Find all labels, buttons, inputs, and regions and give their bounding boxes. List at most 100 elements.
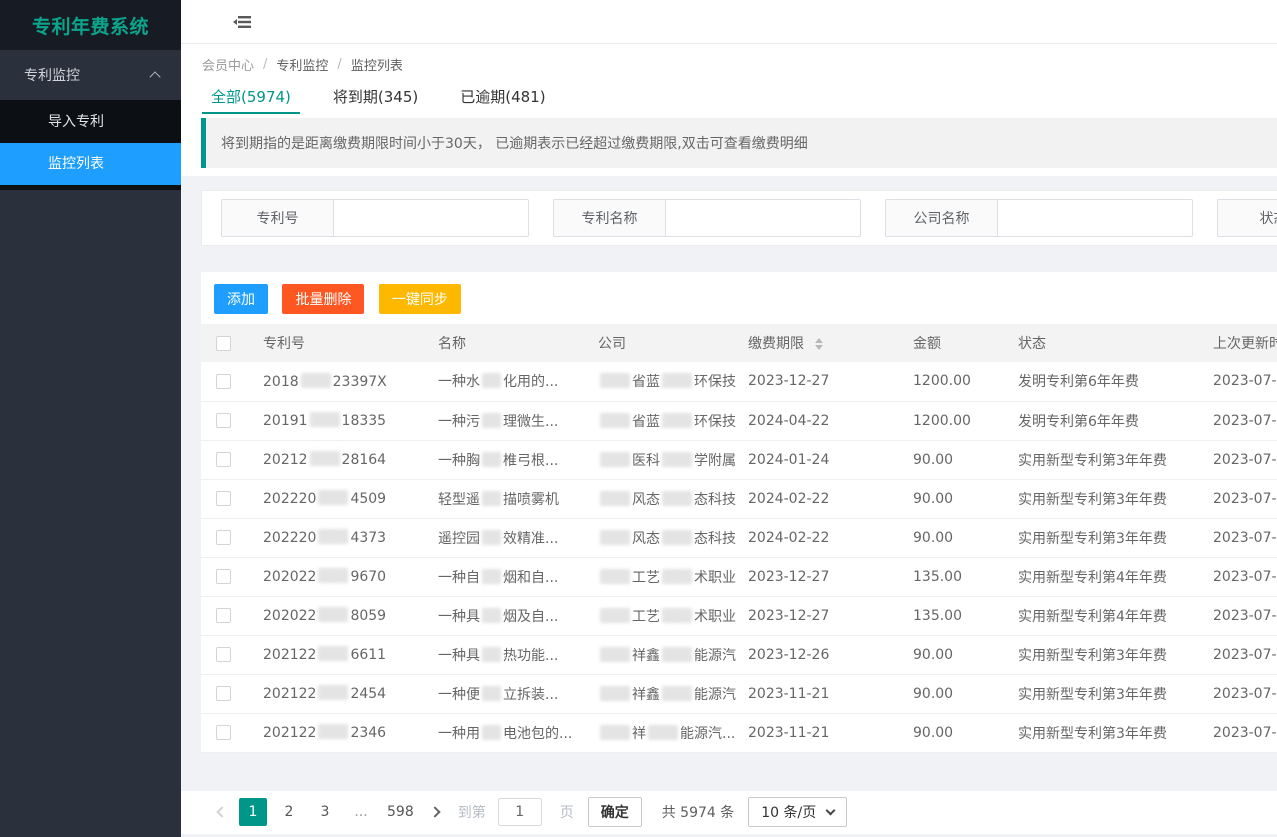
tab-all[interactable]: 全部(5974) <box>202 84 300 114</box>
table-row[interactable]: 201823397X 一种水化用的... 省蓝环保技... 2023-12-27… <box>201 362 1277 401</box>
sync-button[interactable]: 一键同步 <box>379 284 461 314</box>
page-number[interactable]: 2 <box>275 798 303 826</box>
company-cell: 祥鑫能源汽... <box>586 635 736 674</box>
patent-no-cell: 2021228164 <box>251 440 426 479</box>
filter-group-patent-name: 专利名称 <box>553 199 861 237</box>
table-row[interactable]: 2020229670 一种自烟和自... 工艺术职业... 2023-12-27… <box>201 557 1277 596</box>
redacted-text <box>482 725 501 740</box>
redacted-text <box>662 647 692 662</box>
filter-group-status: 状态 <box>1217 199 1277 237</box>
table-row[interactable]: 2022204373 遥控园效精准... 风态态科技... 2024-02-22… <box>201 518 1277 557</box>
row-checkbox[interactable] <box>216 491 231 506</box>
amount-cell: 90.00 <box>901 713 1006 752</box>
amount-cell: 90.00 <box>901 440 1006 479</box>
chevron-left-icon <box>216 806 227 817</box>
redacted-text <box>600 686 630 701</box>
status-cell: 实用新型专利第3年年费 <box>1006 518 1201 557</box>
deadline-cell: 2023-11-21 <box>736 674 901 713</box>
prev-page-button[interactable] <box>213 808 231 816</box>
menu-collapse-icon[interactable] <box>233 14 252 30</box>
table-row[interactable]: 2019118335 一种污理微生... 省蓝环保技... 2024-04-22… <box>201 401 1277 440</box>
patent-name-cell: 一种自烟和自... <box>426 557 586 596</box>
patent-table: 专利号 名称 公司 缴费期限 金额 状态 上次更新时间 <box>201 324 1277 753</box>
page-number-active[interactable]: 1 <box>239 798 267 826</box>
patent-no-input[interactable] <box>333 199 529 237</box>
deadline-cell: 2023-12-27 <box>736 596 901 635</box>
updated-cell: 2023-07-24 <box>1201 362 1277 401</box>
redacted-text <box>662 413 692 428</box>
row-checkbox[interactable] <box>216 686 231 701</box>
row-select-cell <box>201 635 251 674</box>
page-size-select[interactable]: 10 条/页 <box>748 797 847 827</box>
patent-no-cell: 2022204373 <box>251 518 426 557</box>
row-checkbox[interactable] <box>216 569 231 584</box>
table-row[interactable]: 2022204509 轻型遥描喷雾机 风态态科技... 2024-02-22 9… <box>201 479 1277 518</box>
chevron-up-icon <box>149 71 160 82</box>
column-header-label: 名称 <box>438 336 466 352</box>
sort-icon[interactable] <box>815 338 823 350</box>
row-select-cell <box>201 401 251 440</box>
breadcrumb-item[interactable]: 专利监控 / <box>276 55 350 74</box>
table-row[interactable]: 2021226611 一种具热功能... 祥鑫能源汽... 2023-12-26… <box>201 635 1277 674</box>
redacted-text <box>482 686 501 701</box>
goto-unit-label: 页 <box>560 802 574 822</box>
patent-name-cell: 遥控园效精准... <box>426 518 586 557</box>
select-all-checkbox[interactable] <box>216 336 231 351</box>
filter-label: 专利号 <box>221 199 333 237</box>
row-checkbox[interactable] <box>216 413 231 428</box>
tab-overdue[interactable]: 已逾期(481) <box>451 84 554 114</box>
page-size-value: 10 条/页 <box>761 802 816 822</box>
topbar <box>181 0 1277 44</box>
table-body: 201823397X 一种水化用的... 省蓝环保技... 2023-12-27… <box>201 362 1277 752</box>
row-checkbox[interactable] <box>216 530 231 545</box>
status-cell: 实用新型专利第4年年费 <box>1006 557 1201 596</box>
page-number[interactable]: 598 <box>383 798 418 826</box>
updated-cell: 2023-07-24 <box>1201 479 1277 518</box>
redacted-text <box>600 491 630 506</box>
breadcrumb-separator: / <box>263 57 267 72</box>
goto-page-input[interactable] <box>498 798 542 826</box>
company-cell: 省蓝环保技... <box>586 401 736 440</box>
breadcrumb-item[interactable]: 监控列表 <box>351 55 403 74</box>
next-page-button[interactable] <box>426 808 444 816</box>
redacted-text <box>318 646 348 661</box>
table-row[interactable]: 2021228164 一种胸椎弓根... 医科学附属... 2024-01-24… <box>201 440 1277 479</box>
amount-cell: 90.00 <box>901 479 1006 518</box>
patent-name-cell: 一种污理微生... <box>426 401 586 440</box>
sidebar-group-patent-monitor[interactable]: 专利监控 <box>0 50 181 100</box>
row-checkbox[interactable] <box>216 725 231 740</box>
column-header: 金额 <box>901 324 1006 362</box>
row-checkbox[interactable] <box>216 647 231 662</box>
column-header-label: 缴费期限 <box>748 336 804 352</box>
table-row[interactable]: 2021222346 一种用电池包的... 祥能源汽... 2023-11-21… <box>201 713 1277 752</box>
row-checkbox[interactable] <box>216 608 231 623</box>
sidebar-group-label: 专利监控 <box>24 65 80 85</box>
row-select-cell <box>201 479 251 518</box>
goto-label: 到第 <box>458 802 486 822</box>
patent-no-cell: 2020228059 <box>251 596 426 635</box>
table-row[interactable]: 2021222454 一种便立拆装... 祥鑫能源汽... 2023-11-21… <box>201 674 1277 713</box>
redacted-text <box>600 569 630 584</box>
row-checkbox[interactable] <box>216 374 231 389</box>
breadcrumb-item[interactable]: 会员中心 / <box>202 55 276 74</box>
deadline-cell: 2023-11-21 <box>736 713 901 752</box>
page-number[interactable]: 3 <box>311 798 339 826</box>
add-button[interactable]: 添加 <box>214 284 268 314</box>
deadline-cell: 2024-01-24 <box>736 440 901 479</box>
redacted-text <box>600 530 630 545</box>
row-select-cell <box>201 362 251 401</box>
batch-delete-button[interactable]: 批量删除 <box>282 284 364 314</box>
company-name-input[interactable] <box>997 199 1193 237</box>
redacted-text <box>662 530 692 545</box>
filter-group-patent-no: 专利号 <box>221 199 529 237</box>
select-all-header-cell <box>201 324 251 362</box>
patent-name-input[interactable] <box>665 199 861 237</box>
status-cell: 实用新型专利第4年年费 <box>1006 596 1201 635</box>
tab-expiring[interactable]: 将到期(345) <box>324 84 427 114</box>
sidebar-item-monitor-list[interactable]: 监控列表 <box>0 143 181 185</box>
sidebar-item-import-patent[interactable]: 导入专利 <box>0 101 181 143</box>
row-checkbox[interactable] <box>216 452 231 467</box>
table-row[interactable]: 2020228059 一种具烟及自... 工艺术职业... 2023-12-27… <box>201 596 1277 635</box>
confirm-button[interactable]: 确定 <box>588 797 642 827</box>
redacted-text <box>662 608 692 623</box>
